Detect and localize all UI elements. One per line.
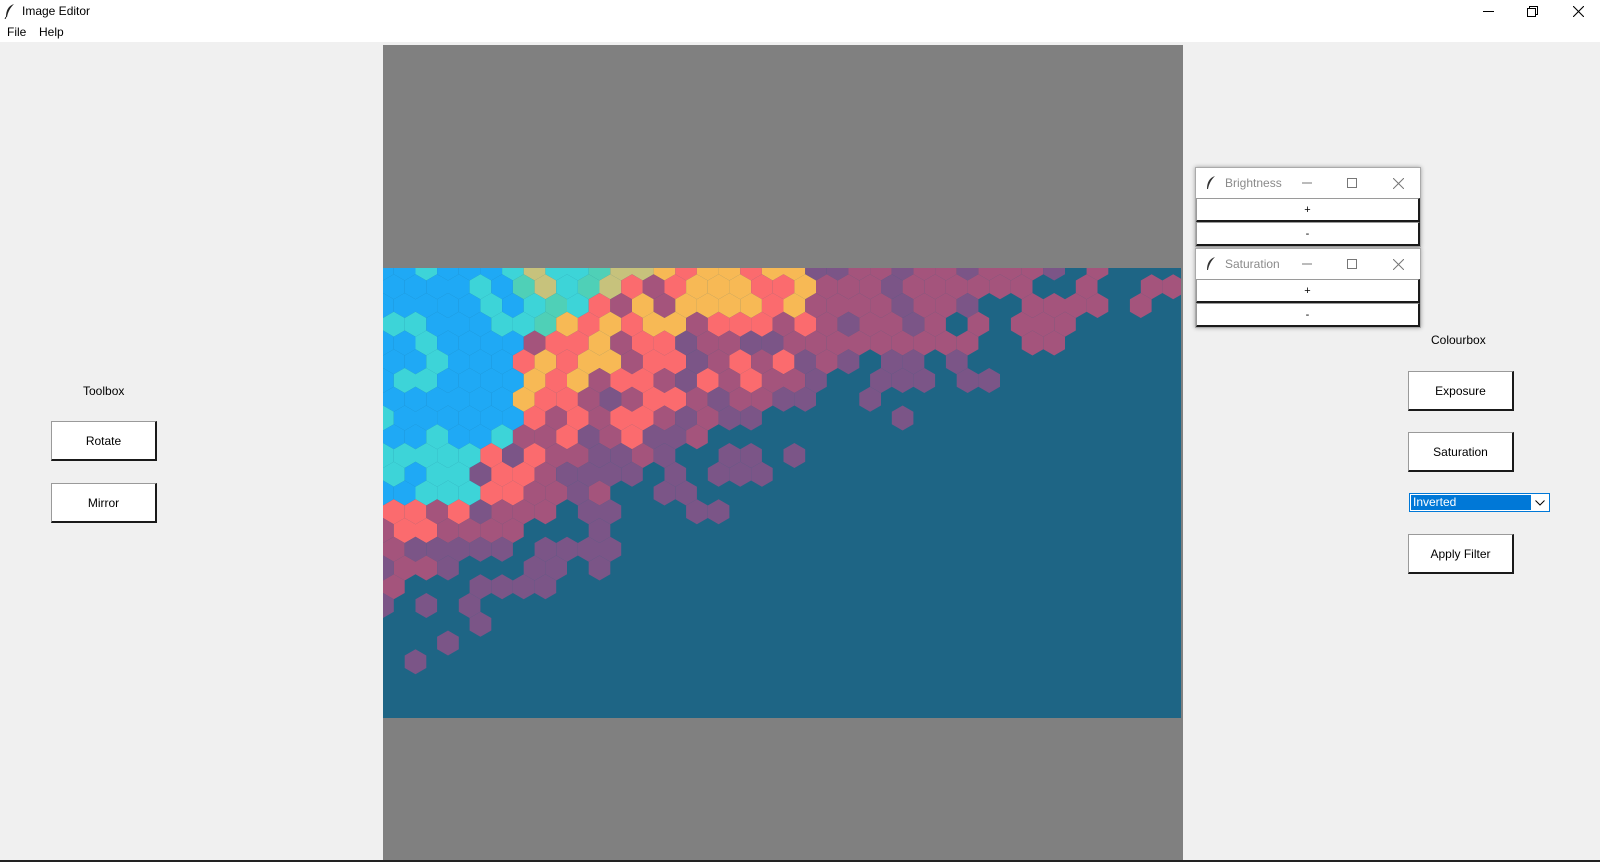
apply-filter-button[interactable]: Apply Filter	[1408, 534, 1514, 574]
saturation-minimize-button[interactable]	[1287, 249, 1327, 279]
hexagon-tile	[404, 649, 427, 675]
colourbox-label: Colourbox	[1431, 333, 1486, 347]
feather-icon	[1207, 257, 1215, 270]
dropdown-arrow[interactable]	[1531, 494, 1549, 511]
close-icon	[1572, 5, 1584, 17]
window-title: Image Editor	[22, 4, 91, 18]
minimize-button[interactable]	[1466, 0, 1510, 22]
hexagon-tile	[1162, 274, 1181, 300]
hexagon-tile	[978, 368, 1000, 393]
saturation-title: Saturation	[1225, 257, 1280, 271]
brightness-window: Brightness + -	[1195, 167, 1421, 247]
exposure-button[interactable]: Exposure	[1408, 371, 1514, 411]
brightness-maximize-button[interactable]	[1332, 168, 1372, 198]
window-titlebar: Image Editor	[0, 0, 1600, 22]
image-canvas[interactable]	[383, 45, 1183, 860]
restore-button[interactable]	[1510, 0, 1554, 22]
hexagon-tile	[1043, 268, 1065, 281]
mirror-button[interactable]: Mirror	[51, 483, 157, 523]
saturation-plus-button[interactable]: +	[1196, 279, 1420, 303]
brightness-title: Brightness	[1225, 176, 1282, 190]
brightness-titlebar: Brightness	[1196, 168, 1420, 198]
brightness-plus-button[interactable]: +	[1196, 198, 1420, 222]
saturation-minus-button[interactable]: -	[1196, 303, 1420, 327]
menu-help[interactable]: Help	[39, 25, 64, 39]
saturation-close-button[interactable]	[1378, 249, 1418, 279]
hexagon-pattern-image	[383, 268, 1181, 675]
maximize-icon	[1347, 259, 1357, 269]
brightness-minimize-button[interactable]	[1287, 168, 1327, 198]
minimize-icon	[1482, 10, 1494, 12]
feather-icon	[4, 4, 14, 19]
close-icon	[1392, 177, 1404, 189]
filter-select-value: Inverted	[1411, 495, 1531, 510]
hexagon-tile	[707, 499, 730, 525]
brightness-minus-button[interactable]: -	[1196, 222, 1420, 246]
feather-icon	[1207, 176, 1215, 189]
minimize-icon	[1302, 182, 1312, 184]
saturation-button[interactable]: Saturation	[1408, 432, 1514, 472]
menu-file[interactable]: File	[7, 25, 26, 39]
saturation-titlebar: Saturation	[1196, 249, 1420, 279]
chevron-down-icon	[1535, 499, 1545, 506]
minimize-icon	[1302, 263, 1312, 265]
hexagon-tile	[783, 443, 806, 468]
brightness-close-button[interactable]	[1378, 168, 1418, 198]
menubar: File Help	[0, 22, 1600, 42]
hexagon-tile	[437, 630, 459, 656]
hexagon-tile	[891, 405, 914, 431]
edited-image	[383, 268, 1181, 718]
close-icon	[1392, 258, 1404, 270]
rotate-button[interactable]: Rotate	[51, 421, 157, 461]
maximize-icon	[1347, 178, 1357, 188]
saturation-maximize-button[interactable]	[1332, 249, 1372, 279]
filter-select[interactable]: Inverted	[1409, 493, 1550, 512]
hexagon-tile	[491, 574, 513, 600]
saturation-window: Saturation + -	[1195, 248, 1421, 328]
close-button[interactable]	[1556, 0, 1600, 22]
restore-icon	[1526, 5, 1538, 17]
hexagon-tile	[415, 593, 438, 618]
toolbox-label: Toolbox	[83, 384, 125, 398]
